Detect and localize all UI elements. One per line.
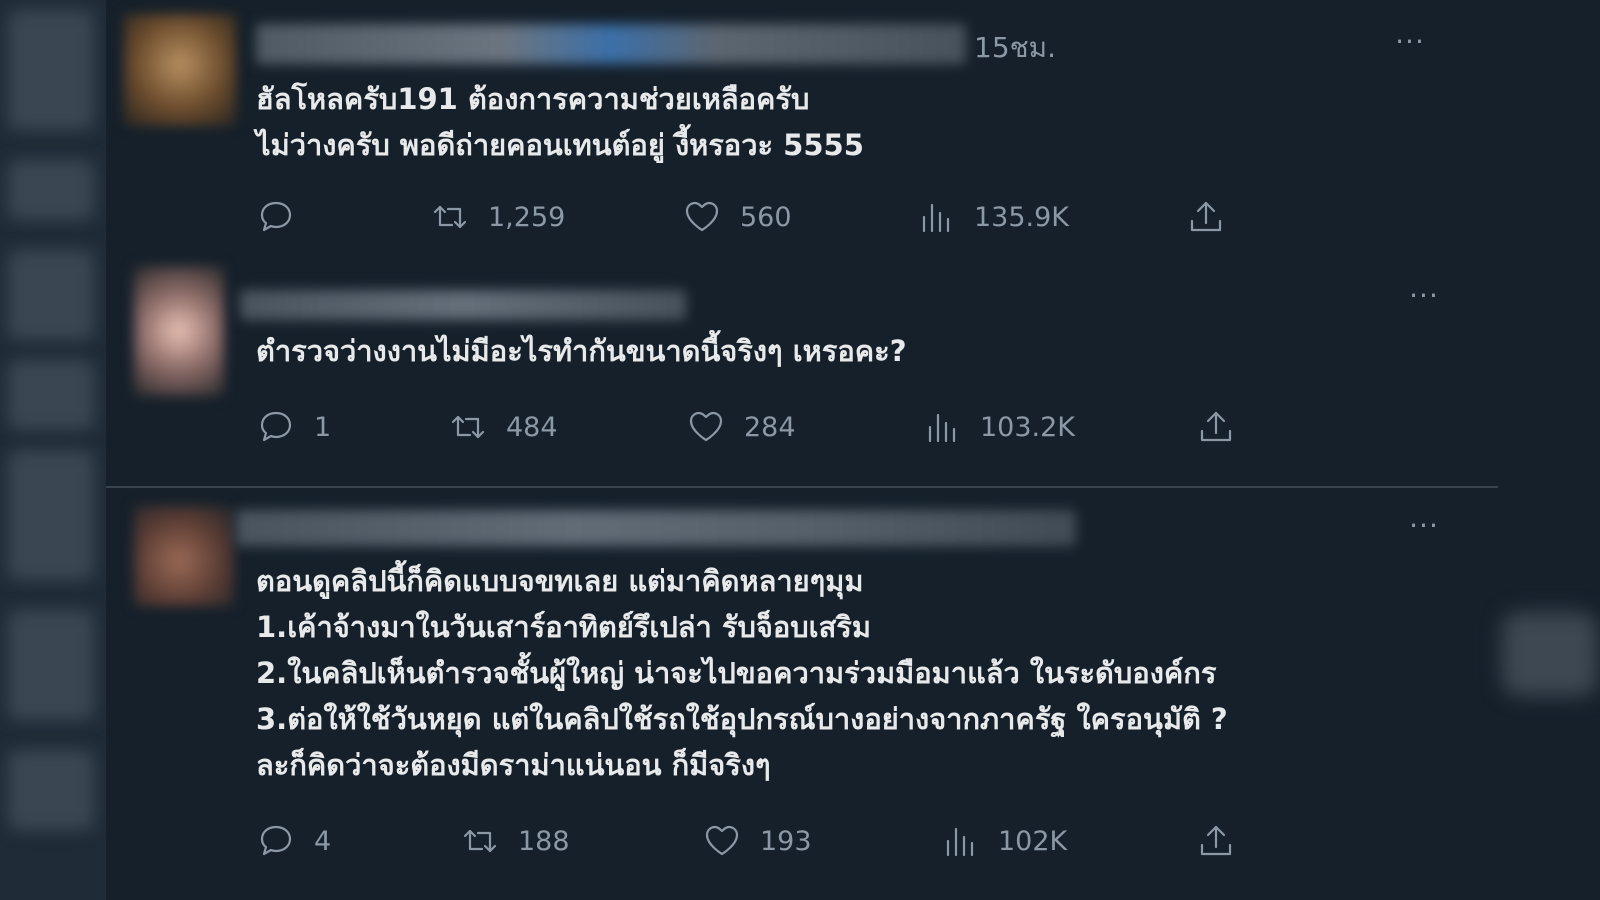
tweet-actions: 1,259 560 135.9K [106, 192, 1498, 242]
share-icon [1200, 411, 1232, 442]
tweet[interactable]: ··· ตอนดูคลิปนี้ก็คิดแบบจขทเลย แต่มาคิดห… [106, 488, 1498, 900]
tweet-text-line: ไม่ว่างครับ พอดีถ่ายคอนเทนต์อยู่ งี้หรอว… [256, 128, 864, 162]
retweet-icon [463, 829, 497, 853]
tweet-actions: 4 188 193 102K [106, 816, 1498, 866]
views-icon [928, 413, 956, 443]
tweet-text-line: 1.เค้าจ้างมาในวันเสาร์อาทิตย์รึเปล่า รับ… [256, 610, 871, 644]
like-button[interactable]: 560 [682, 192, 792, 242]
retweet-count: 1,259 [488, 201, 566, 233]
views-icon [946, 827, 974, 857]
tweet-actions: 1 484 284 103.2K [106, 402, 1498, 452]
like-count: 284 [744, 411, 796, 443]
share-button[interactable] [1196, 816, 1236, 866]
reply-icon [260, 201, 292, 232]
tweet-text-line: ตอนดูคลิปนี้ก็คิดแบบจขทเลย แต่มาคิดหลายๆ… [256, 564, 864, 598]
tweet[interactable]: ··· ตำรวจว่างงานไม่มีอะไรทำกันขนาดนี้จริ… [106, 252, 1498, 488]
user-name-blurred[interactable] [236, 510, 1076, 546]
views-button[interactable]: 102K [940, 816, 1067, 866]
avatar[interactable] [124, 14, 236, 126]
more-options-icon[interactable]: ··· [1404, 512, 1444, 544]
reply-button[interactable]: 4 [256, 816, 331, 866]
retweet-icon [433, 205, 467, 229]
retweet-button[interactable]: 188 [460, 816, 570, 866]
reply-button[interactable]: 1 [256, 402, 331, 452]
views-count: 135.9K [974, 201, 1070, 233]
tweet-text-line: 2.ในคลิปเห็นตำรวจชั้นผู้ใหญ่ น่าจะไปขอคว… [256, 656, 1217, 690]
retweet-button[interactable]: 1,259 [430, 192, 565, 242]
share-icon [1200, 825, 1232, 856]
reply-count: 4 [314, 825, 332, 857]
left-sidebar-blurred [0, 0, 106, 900]
reply-feed: 15ชม. ··· ฮัลโหลครับ191 ต้องการความช่วยเ… [106, 0, 1498, 900]
tweet-text-line: ละก็คิดว่าจะต้องมีดราม่าแน่นอน ก็มีจริงๆ [256, 748, 771, 782]
share-button[interactable] [1186, 192, 1226, 242]
like-icon [685, 201, 719, 232]
tweet-text: ตอนดูคลิปนี้ก็คิดแบบจขทเลย แต่มาคิดหลายๆ… [256, 558, 1486, 788]
more-options-icon[interactable]: ··· [1404, 282, 1444, 314]
tweet-text-line: 3.ต่อให้ใช้วันหยุด แต่ในคลิปใช้รถใช้อุปก… [256, 702, 1228, 736]
tweet[interactable]: 15ชม. ··· ฮัลโหลครับ191 ต้องการความช่วยเ… [106, 0, 1498, 252]
right-sidebar-blurred [1498, 0, 1600, 900]
views-count: 103.2K [980, 411, 1076, 443]
tweet-text-line: ฮัลโหลครับ191 ต้องการความช่วยเหลือครับ [256, 82, 810, 116]
user-name-blurred[interactable] [240, 290, 686, 320]
reply-icon [260, 411, 292, 442]
reply-count: 1 [314, 411, 332, 443]
like-button[interactable]: 193 [702, 816, 812, 866]
user-name-blurred[interactable] [256, 24, 966, 64]
retweet-button[interactable]: 484 [448, 402, 558, 452]
views-count: 102K [998, 825, 1068, 857]
retweet-icon [451, 415, 485, 439]
reply-button[interactable] [256, 192, 314, 242]
tweet-text-line: ตำรวจว่างงานไม่มีอะไรทำกันขนาดนี้จริงๆ เ… [256, 334, 907, 368]
like-button[interactable]: 284 [686, 402, 796, 452]
more-options-icon[interactable]: ··· [1390, 28, 1430, 60]
tweet-text: ตำรวจว่างงานไม่มีอะไรทำกันขนาดนี้จริงๆ เ… [256, 328, 1486, 374]
retweet-count: 484 [506, 411, 558, 443]
avatar[interactable] [134, 506, 234, 606]
share-button[interactable] [1196, 402, 1236, 452]
like-count: 193 [760, 825, 812, 857]
like-count: 560 [740, 201, 792, 233]
tweet-timestamp[interactable]: 15ชม. [974, 26, 1056, 70]
screenshot-stage: 15ชม. ··· ฮัลโหลครับ191 ต้องการความช่วยเ… [0, 0, 1600, 900]
views-button[interactable]: 135.9K [916, 192, 1069, 242]
retweet-count: 188 [518, 825, 570, 857]
avatar[interactable] [134, 266, 224, 396]
like-icon [705, 825, 739, 856]
reply-icon [260, 825, 292, 856]
views-icon [922, 203, 950, 233]
share-icon [1190, 201, 1222, 232]
tweet-text: ฮัลโหลครับ191 ต้องการความช่วยเหลือครับ ไ… [256, 76, 1486, 168]
like-icon [689, 411, 723, 442]
views-button[interactable]: 103.2K [922, 402, 1075, 452]
